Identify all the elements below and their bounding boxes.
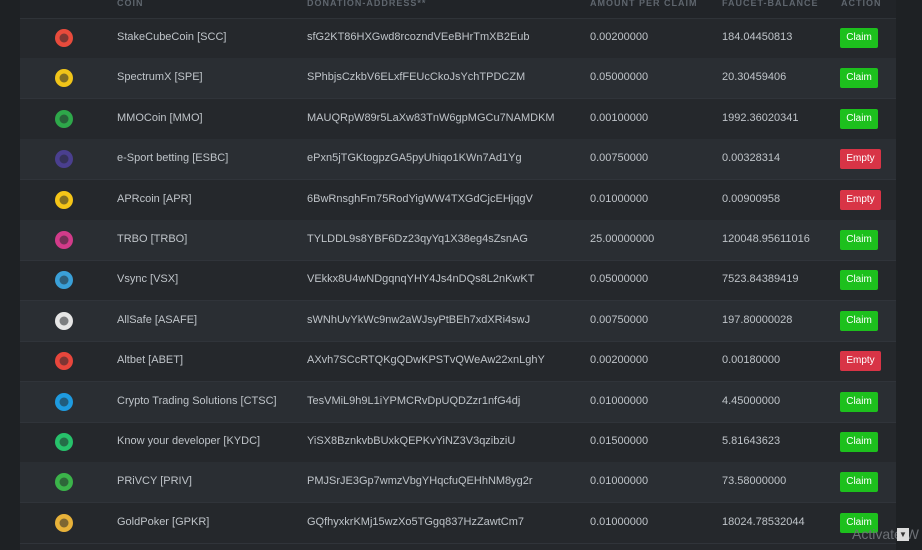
donation-address: YiSX8BznkvbBUxkQEPKvYiNZ3V3qzibziU: [307, 435, 516, 447]
table-row: AllSafe [ASAFE] sWNhUvYkWc9nw2aWJsyPtBEh7…: [20, 300, 896, 342]
coin-name: MMOCoin [MMO]: [117, 111, 203, 124]
table-row: MMOCoin [MMO] MAUQRpW89r5LaXw83TnW6gpMGCu…: [20, 99, 896, 140]
table-row: Know your developer [KYDC] YiSX8BznkvbBUx…: [20, 422, 896, 463]
mmocoin-logo-icon: [53, 108, 75, 130]
scroll-down-icon[interactable]: ▼: [897, 528, 909, 541]
coin-name: Altbet [ABET]: [117, 354, 184, 367]
faucet-balance: 20.30459406: [722, 71, 787, 84]
donation-address: PMJSrJE3Gp7wmzVbgYHqcfuQEHhNM8yg2r: [307, 475, 533, 488]
claim-button[interactable]: Claim: [840, 68, 878, 89]
coin-name: Vsync [VSX]: [117, 273, 179, 286]
faucet-balance: 197.80000028: [722, 313, 793, 326]
amount-per-claim: 0.01500000: [590, 435, 649, 447]
amount-per-claim: 0.05000000: [590, 71, 649, 84]
right-margin: [896, 0, 922, 550]
donation-address: 6BwRnsghFm75RodYigWW4TXGdCjcEHjqgV: [307, 192, 533, 205]
table-row: TRBO [TRBO] TYLDDL9s8YBF6Dz23qyYq1X38eg4s…: [20, 220, 896, 261]
donation-address: TYLDDL9s8YBF6Dz23qyYq1X38eg4sZsnAG: [307, 233, 528, 245]
faucet-balance: 73.58000000: [722, 475, 787, 488]
claim-button[interactable]: Claim: [840, 270, 878, 291]
donation-address: GQfhyxkrKMj15wzXo5TGgq837HzZawtCm7: [307, 515, 525, 528]
table-header: COIN DONATION-ADDRESS** AMOUNT PER CLAIM…: [20, 0, 896, 19]
coin-name: e-Sport betting [ESBC]: [117, 152, 229, 165]
faucet-balance: 0.00900958: [722, 192, 781, 205]
coin-name: Know your developer [KYDC]: [117, 435, 261, 447]
trbo-logo-icon: [53, 229, 75, 251]
amount-per-claim: 0.00750000: [590, 152, 649, 165]
table-row: GoldPoker [GPKR] GQfhyxkrKMj15wzXo5TGgq83…: [20, 503, 896, 544]
table-row: Crypto Trading Solutions [CTSC] TesVMiL9h…: [20, 381, 896, 423]
header-balance: FAUCET-BALANCE: [722, 0, 819, 8]
coin-name: APRcoin [APR]: [117, 192, 192, 205]
allsafe-logo-icon: [53, 310, 75, 332]
coin-name: AllSafe [ASAFE]: [117, 313, 198, 326]
amount-per-claim: 0.00200000: [590, 354, 649, 367]
header-amount: AMOUNT PER CLAIM: [590, 0, 698, 8]
table-row: Vsync [VSX] VEkkx8U4wNDgqnqYHY4Js4nDQs8L2…: [20, 260, 896, 302]
coin-name: SpectrumX [SPE]: [117, 71, 203, 84]
faucet-balance: 5.81643623: [722, 435, 781, 447]
faucet-balance: 120048.95611016: [722, 233, 810, 245]
amount-per-claim: 0.00100000: [590, 111, 649, 124]
stakecube-logo-icon: [53, 27, 75, 49]
donation-address: TesVMiL9h9L1iYPMCRvDpUQDZzr1nfG4dj: [307, 394, 521, 407]
amount-per-claim: 25.00000000: [590, 233, 655, 245]
table-row: e-Sport betting [ESBC] ePxn5jTGKtogpzGA5p…: [20, 139, 896, 181]
donation-address: VEkkx8U4wNDgqnqYHY4Js4nDQs8L2nKwKT: [307, 273, 535, 286]
donation-address: MAUQRpW89r5LaXw83TnW6gpMGCu7NAMDKM: [307, 111, 555, 124]
empty-button: Empty: [840, 351, 881, 372]
vsync-logo-icon: [53, 269, 75, 291]
table-row: APRcoin [APR] 6BwRnsghFm75RodYigWW4TXGdCj…: [20, 180, 896, 221]
claim-button[interactable]: Claim: [840, 230, 878, 250]
faucet-balance: 184.04450813: [722, 31, 793, 43]
empty-button: Empty: [840, 189, 881, 210]
faucet-table: COIN DONATION-ADDRESS** AMOUNT PER CLAIM…: [20, 0, 896, 550]
altbet-logo-icon: [53, 350, 75, 372]
faucet-balance: 7523.84389419: [722, 273, 799, 286]
amount-per-claim: 0.01000000: [590, 394, 649, 407]
goldpoker-logo-icon: [53, 512, 75, 534]
claim-button[interactable]: Claim: [840, 310, 878, 331]
kydc-logo-icon: [53, 431, 75, 453]
faucet-balance: 4.45000000: [722, 394, 781, 407]
faucet-balance: 18024.78532044: [722, 515, 805, 528]
table-row: StakeCubeCoin [SCC] sfG2KT86HXGwd8rcozndV…: [20, 18, 896, 59]
esbc-logo-icon: [53, 148, 75, 170]
coin-name: TRBO [TRBO]: [117, 233, 188, 245]
donation-address: sWNhUvYkWc9nw2aWJsyPtBEh7xdXRi4swJ: [307, 313, 531, 326]
faucet-balance: 0.00180000: [722, 354, 781, 367]
claim-button[interactable]: Claim: [840, 28, 878, 48]
amount-per-claim: 0.05000000: [590, 273, 649, 286]
donation-address: sfG2KT86HXGwd8rcozndVEeBHrTmXB2Eub: [307, 31, 530, 43]
header-coin: COIN: [117, 0, 144, 8]
coin-name: PRiVCY [PRIV]: [117, 475, 192, 488]
header-action: ACTION: [841, 0, 882, 8]
donation-address: SPhbjsCzkbV6ELxfFEUcCkoJsYchTPDCZM: [307, 71, 526, 84]
aprcoin-logo-icon: [53, 189, 75, 211]
claim-button[interactable]: Claim: [840, 432, 878, 452]
table-row: Altbet [ABET] AXvh7SCcRTQKgQDwKPSTvQWeAw2…: [20, 341, 896, 383]
header-address: DONATION-ADDRESS**: [307, 0, 427, 8]
amount-per-claim: 0.00750000: [590, 313, 649, 326]
coin-name: GoldPoker [GPKR]: [117, 515, 210, 528]
claim-button[interactable]: Claim: [840, 108, 878, 129]
empty-button: Empty: [840, 149, 881, 170]
amount-per-claim: 0.01000000: [590, 515, 649, 528]
claim-button[interactable]: Claim: [840, 472, 878, 493]
spectrumx-logo-icon: [53, 67, 75, 89]
table-row: SpectrumX [SPE] SPhbjsCzkbV6ELxfFEUcCkoJs…: [20, 58, 896, 100]
donation-address: AXvh7SCcRTQKgQDwKPSTvQWeAw22xnLghY: [307, 354, 545, 367]
ctsc-logo-icon: [53, 391, 75, 413]
faucet-balance: 0.00328314: [722, 152, 781, 165]
table-row: PRiVCY [PRIV] PMJSrJE3Gp7wmzVbgYHqcfuQEHh…: [20, 462, 896, 504]
claim-button[interactable]: Claim: [840, 391, 878, 412]
donation-address: ePxn5jTGKtogpzGA5pyUhiqo1KWn7Ad1Yg: [307, 152, 522, 165]
amount-per-claim: 0.01000000: [590, 475, 649, 488]
amount-per-claim: 0.01000000: [590, 192, 649, 205]
amount-per-claim: 0.00200000: [590, 31, 649, 43]
privcy-logo-icon: [53, 471, 75, 493]
coin-name: StakeCubeCoin [SCC]: [117, 31, 227, 43]
faucet-balance: 1992.36020341: [722, 111, 799, 124]
coin-name: Crypto Trading Solutions [CTSC]: [117, 394, 277, 407]
